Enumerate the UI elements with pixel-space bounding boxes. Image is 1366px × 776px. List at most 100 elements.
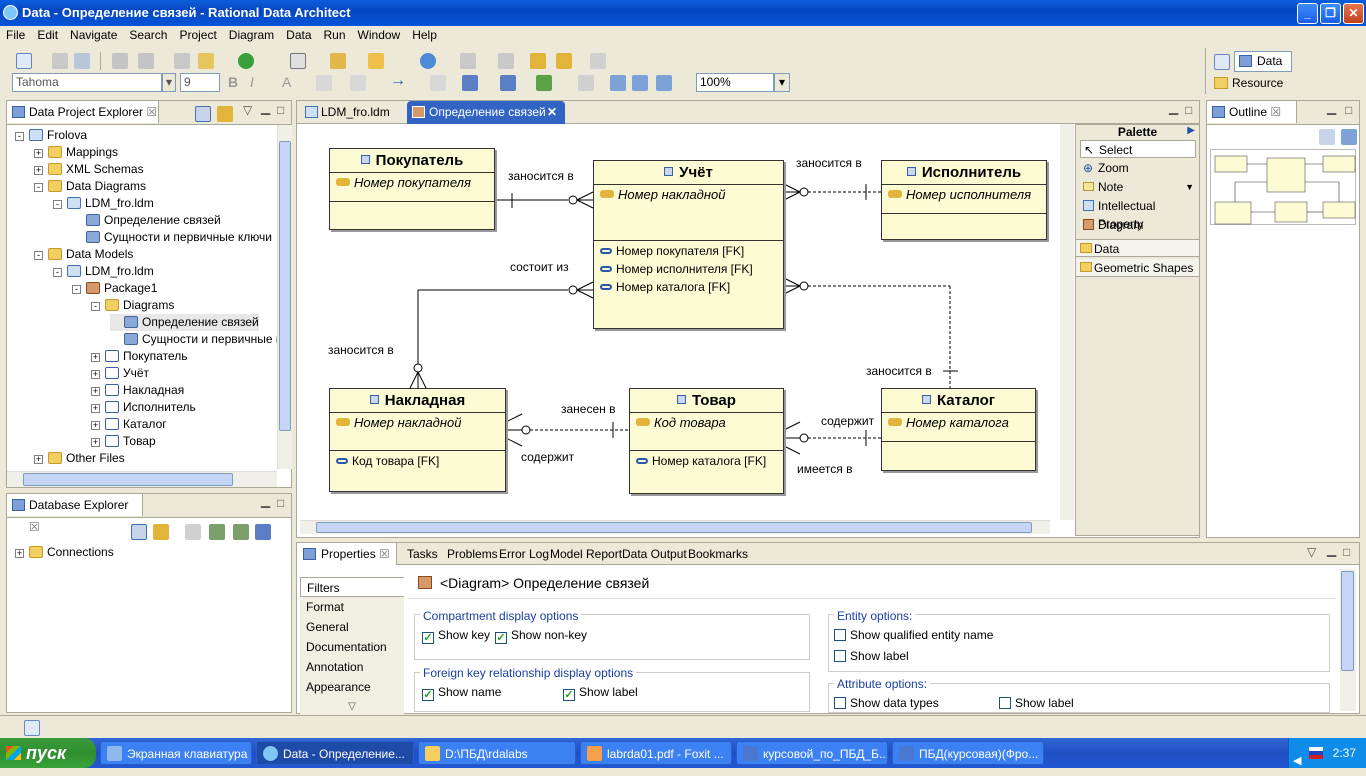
palette-select[interactable]: ↖ Select <box>1080 140 1196 158</box>
prop-tabs-more[interactable]: ▽ <box>300 697 404 717</box>
tree-item[interactable]: + Накладная <box>91 382 184 399</box>
canvas-hscroll[interactable] <box>300 520 1050 534</box>
palette-collapse-icon[interactable]: ▶ <box>1187 125 1195 136</box>
show-label-checkbox[interactable]: ✓ Show label <box>563 685 638 701</box>
tree-item[interactable]: + Other Files <box>34 450 125 467</box>
tree-item[interactable]: - Data Models <box>34 246 133 263</box>
save-icon[interactable] <box>52 53 68 69</box>
nav-icon[interactable] <box>460 53 476 69</box>
font-color-button[interactable]: A <box>282 74 291 90</box>
rel-label[interactable]: содержит <box>521 450 574 464</box>
minimize-button[interactable]: _ <box>1297 3 1318 24</box>
task-folder[interactable]: D:\ПБД\rdalabs <box>418 741 576 765</box>
tree-item[interactable]: + Mappings <box>34 144 118 161</box>
rel-label[interactable]: содержит <box>821 414 874 428</box>
task-keyboard[interactable]: Экранная клавиатура <box>100 741 252 765</box>
tree-item[interactable]: Определение связей <box>110 314 259 331</box>
back-icon[interactable] <box>556 53 572 69</box>
tree-item[interactable]: Определение связей <box>72 212 221 229</box>
fast-view-icon[interactable] <box>24 720 40 736</box>
minimize-view-icon[interactable]: ▁ <box>1327 101 1336 115</box>
minimize-view-icon[interactable]: ▁ <box>261 101 270 115</box>
palette-note[interactable]: Note ▼ <box>1080 178 1196 196</box>
rel-label[interactable]: заносится в <box>508 169 574 183</box>
font-combo-arrow[interactable]: ▾ <box>162 73 176 92</box>
explorer-vscroll[interactable] <box>277 125 292 469</box>
menu-file[interactable]: File <box>0 26 31 45</box>
minimize-editor-icon[interactable]: ▁ <box>1169 101 1178 115</box>
italic-button[interactable]: I <box>250 74 254 90</box>
nav2-icon[interactable] <box>498 53 514 69</box>
outline-tab[interactable]: Outline ☒ <box>1207 101 1297 123</box>
line-color-icon[interactable] <box>350 75 366 91</box>
show-qualified-checkbox[interactable]: Show qualified entity name <box>834 628 993 642</box>
start-button[interactable]: пуск <box>0 738 96 768</box>
collapse-all-icon[interactable] <box>195 106 211 122</box>
entity-pokupatel[interactable]: Покупатель Номер покупателя <box>329 148 495 230</box>
entity-katalog[interactable]: Каталог Номер каталога <box>881 388 1036 471</box>
outline-tree-icon[interactable] <box>1319 129 1335 145</box>
debug-icon[interactable] <box>138 53 154 69</box>
show-entity-label-checkbox[interactable]: Show label <box>834 649 909 663</box>
disconnect-icon[interactable] <box>233 524 249 540</box>
tab-bookmarks[interactable]: Bookmarks <box>688 547 748 561</box>
print-icon[interactable] <box>74 53 90 69</box>
arrange-icon[interactable] <box>462 75 478 91</box>
prop-tab-filters[interactable]: Filters <box>300 577 404 597</box>
prop-tab-appearance[interactable]: Appearance <box>300 677 404 697</box>
sql-icon[interactable] <box>255 524 271 540</box>
maximize-view-icon[interactable]: □ <box>277 496 284 510</box>
view-menu-icon[interactable]: ▽ <box>243 103 252 117</box>
menu-search[interactable]: Search <box>123 26 173 45</box>
prop-tab-format[interactable]: Format <box>300 597 404 617</box>
tree-item[interactable]: - Data Diagrams <box>34 178 146 195</box>
prop-tab-general[interactable]: General <box>300 617 404 637</box>
fill-color-icon[interactable] <box>316 75 332 91</box>
menu-edit[interactable]: Edit <box>31 26 64 45</box>
menu-navigate[interactable]: Navigate <box>64 26 123 45</box>
tab-model-report[interactable]: Model Report <box>550 547 622 561</box>
show-data-types-checkbox[interactable]: Show data types <box>834 696 939 710</box>
new-connection-icon[interactable] <box>185 524 201 540</box>
build-icon[interactable] <box>112 53 128 69</box>
editor-tab-ldm[interactable]: LDM_fro.ldm <box>301 101 405 124</box>
tab-data-output[interactable]: Data Output <box>622 547 687 561</box>
menu-window[interactable]: Window <box>352 26 407 45</box>
task-word1[interactable]: курсовой_по_ПБД_Б... <box>736 741 888 765</box>
minimize-view-icon[interactable]: ▁ <box>1327 543 1336 557</box>
task-word2[interactable]: ПБД(курсовая)(Фро... <box>892 741 1044 765</box>
show-key-checkbox[interactable]: ✓ Show key <box>422 628 490 644</box>
run-icon[interactable] <box>238 53 254 69</box>
grid-icon[interactable] <box>656 75 672 91</box>
tab-tasks[interactable]: Tasks <box>407 547 438 561</box>
rel-label[interactable]: заносится в <box>796 156 862 170</box>
outline-overview-icon[interactable] <box>1341 129 1357 145</box>
rel-label[interactable]: имеется в <box>797 462 852 476</box>
menu-help[interactable]: Help <box>406 26 443 45</box>
perspective-resource[interactable]: Resource <box>1212 74 1283 92</box>
tree-item[interactable]: - LDM_fro.ldm <box>53 195 154 212</box>
maximize-view-icon[interactable]: □ <box>277 103 284 117</box>
close-button[interactable]: ✕ <box>1343 3 1364 24</box>
minimize-view-icon[interactable]: ▁ <box>261 494 270 508</box>
task-data[interactable]: Data - Определение... <box>256 741 414 765</box>
forward-icon[interactable] <box>590 53 606 69</box>
layer-icon[interactable] <box>430 75 446 91</box>
arrow-style-icon[interactable]: → <box>390 72 406 90</box>
size-combo[interactable]: 9 <box>180 73 220 92</box>
open-folder-icon[interactable] <box>368 53 384 69</box>
tree-item[interactable]: + Товар <box>91 433 156 450</box>
tree-item[interactable]: - LDM_fro.ldm <box>53 263 154 280</box>
link-editor-icon[interactable] <box>217 106 233 122</box>
rel-label[interactable]: состоит из <box>510 260 569 274</box>
tree-item[interactable]: - Frolova <box>15 127 87 144</box>
tree-item[interactable]: + Учёт <box>91 365 149 382</box>
palette-diagram[interactable]: Diagram <box>1080 216 1196 234</box>
restore-button[interactable]: ❐ <box>1320 3 1341 24</box>
close-tab-icon[interactable]: ✕ <box>547 101 557 124</box>
rel-label[interactable]: занесен в <box>561 402 616 416</box>
entity-uchet[interactable]: Учёт Номер накладной Номер покупателя [F… <box>593 160 784 329</box>
tree-item[interactable]: + Исполнитель <box>91 399 196 416</box>
align-icon[interactable] <box>500 75 516 91</box>
size-icon[interactable] <box>578 75 594 91</box>
